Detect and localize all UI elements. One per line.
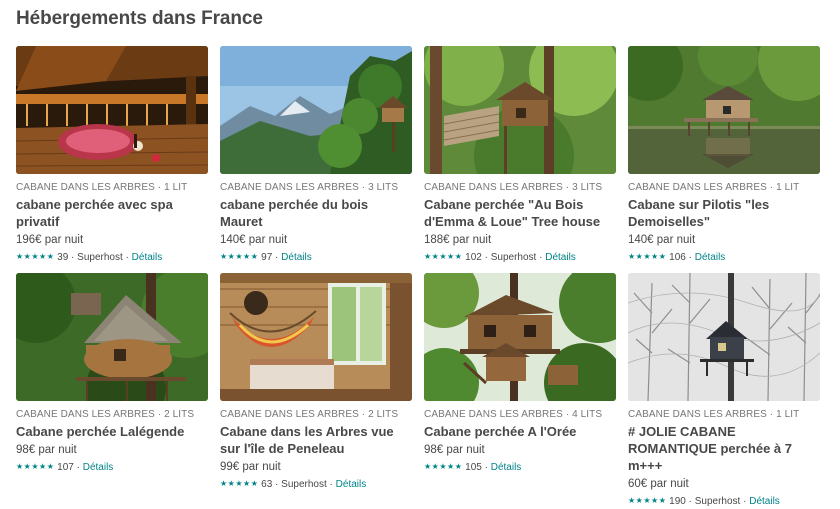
details-link[interactable]: Détails	[281, 252, 312, 263]
rating-stars-icon: ★★★★★	[628, 252, 667, 261]
listing-price: 98€ par nuit	[16, 444, 77, 456]
listing-price: 196€ par nuit	[16, 234, 84, 246]
details-link[interactable]: Détails	[336, 479, 367, 490]
superhost-badge: Superhost	[490, 252, 537, 263]
listing-meta: ★★★★★ 39 · Superhost · Détails	[16, 250, 208, 265]
listing-photo-interior-hammock[interactable]	[220, 273, 412, 401]
rating-stars-icon: ★★★★★	[424, 462, 463, 471]
listing-meta: ★★★★★ 105 · Détails	[424, 460, 616, 475]
separator: ·	[329, 479, 333, 490]
listing-photo-graphic	[628, 273, 820, 401]
listing-title[interactable]: # JOLIE CABANE ROMANTIQUE perchée à 7 m+…	[628, 423, 820, 474]
listing-price: 140€ par nuit	[220, 234, 288, 246]
listing-meta: ★★★★★ 106 · Détails	[628, 250, 820, 265]
listing-meta: ★★★★★ 190 · Superhost · Détails	[628, 494, 820, 509]
listing-photo-graphic	[220, 46, 412, 174]
listing-title[interactable]: Cabane sur Pilotis "les Demoiselles"	[628, 196, 820, 230]
listing-kicker: CABANE DANS LES ARBRES · 2 LITS	[16, 409, 195, 420]
separator: ·	[743, 496, 747, 507]
rating-stars-icon: ★★★★★	[16, 462, 55, 471]
listing-meta: ★★★★★ 63 · Superhost · Détails	[220, 477, 412, 492]
listing-card[interactable]: CABANE DANS LES ARBRES · 2 LITS Cabane p…	[16, 273, 208, 475]
details-link[interactable]: Détails	[83, 462, 114, 473]
separator: ·	[539, 252, 543, 263]
listing-meta: ★★★★★ 102 · Superhost · Détails	[424, 250, 616, 265]
separator: ·	[688, 496, 692, 507]
listing-card[interactable]: CABANE DANS LES ARBRES · 2 LITS Cabane d…	[220, 273, 412, 492]
listing-title[interactable]: Cabane perchée A l'Orée	[424, 423, 616, 440]
listing-title[interactable]: Cabane perchée "Au Bois d'Emma & Loue" T…	[424, 196, 616, 230]
separator: ·	[275, 252, 279, 263]
listing-photo-graphic	[16, 46, 208, 174]
superhost-badge: Superhost	[281, 479, 327, 490]
listing-photo-night-spa-deck[interactable]	[16, 46, 208, 174]
details-link[interactable]: Détails	[132, 252, 163, 263]
rating-stars-icon: ★★★★★	[628, 496, 667, 505]
review-count: 39	[57, 252, 69, 263]
separator: ·	[275, 479, 279, 490]
listing-meta: ★★★★★ 97 · Détails	[220, 250, 412, 265]
listing-price: 140€ par nuit	[628, 234, 696, 246]
listing-title[interactable]: Cabane dans les Arbres vue sur l'île de …	[220, 423, 412, 457]
listings-page: Hébergements dans France CABANE DANS LES…	[0, 0, 840, 509]
listing-photo-graphic	[16, 273, 208, 401]
listing-price: 188€ par nuit	[424, 234, 492, 246]
section-title: Hébergements dans France	[16, 8, 263, 29]
superhost-badge: Superhost	[77, 252, 123, 263]
listing-card[interactable]: CABANE DANS LES ARBRES · 1 LIT Cabane su…	[628, 46, 820, 265]
listing-meta: ★★★★★ 107 · Détails	[16, 460, 208, 475]
review-count: 190	[669, 496, 686, 507]
review-count: 102	[465, 252, 482, 263]
listing-kicker: CABANE DANS LES ARBRES · 3 LITS	[424, 182, 603, 193]
listing-card[interactable]: CABANE DANS LES ARBRES · 3 LITS cabane p…	[220, 46, 412, 265]
review-count: 105	[465, 462, 482, 473]
listing-photo-tall-treehouse[interactable]	[424, 273, 616, 401]
listing-title[interactable]: cabane perchée du bois Mauret	[220, 196, 412, 230]
listing-photo-forest-bridge[interactable]	[424, 46, 616, 174]
separator: ·	[484, 462, 488, 473]
listing-photo-mountain-view[interactable]	[220, 46, 412, 174]
separator: ·	[76, 462, 80, 473]
rating-stars-icon: ★★★★★	[16, 252, 55, 261]
listing-card[interactable]: CABANE DANS LES ARBRES · 1 LIT # JOLIE C…	[628, 273, 820, 509]
listing-photo-graphic	[424, 46, 616, 174]
separator: ·	[688, 252, 692, 263]
details-link[interactable]: Détails	[695, 252, 726, 263]
listing-photo-round-treehouse[interactable]	[16, 273, 208, 401]
review-count: 97	[261, 252, 273, 263]
listing-photo-lake-stilts[interactable]	[628, 46, 820, 174]
listing-kicker: CABANE DANS LES ARBRES · 4 LITS	[424, 409, 603, 420]
listing-card[interactable]: CABANE DANS LES ARBRES · 3 LITS Cabane p…	[424, 46, 616, 265]
listing-photo-snow-forest[interactable]	[628, 273, 820, 401]
listing-card[interactable]: CABANE DANS LES ARBRES · 4 LITS Cabane p…	[424, 273, 616, 475]
superhost-badge: Superhost	[694, 496, 741, 507]
listing-photo-graphic	[220, 273, 412, 401]
separator: ·	[71, 252, 75, 263]
review-count: 106	[669, 252, 686, 263]
listing-card[interactable]: CABANE DANS LES ARBRES · 1 LIT cabane pe…	[16, 46, 208, 265]
listing-title[interactable]: cabane perchée avec spa privatif	[16, 196, 208, 230]
separator: ·	[125, 252, 129, 263]
listing-price: 60€ par nuit	[628, 478, 689, 490]
listing-kicker: CABANE DANS LES ARBRES · 1 LIT	[628, 182, 800, 193]
rating-stars-icon: ★★★★★	[424, 252, 463, 261]
details-link[interactable]: Détails	[491, 462, 522, 473]
rating-stars-icon: ★★★★★	[220, 479, 259, 488]
review-count: 63	[261, 479, 273, 490]
listing-kicker: CABANE DANS LES ARBRES · 1 LIT	[628, 409, 800, 420]
listing-photo-graphic	[424, 273, 616, 401]
separator: ·	[484, 252, 488, 263]
listing-price: 98€ par nuit	[424, 444, 485, 456]
review-count: 107	[57, 462, 74, 473]
rating-stars-icon: ★★★★★	[220, 252, 259, 261]
listing-kicker: CABANE DANS LES ARBRES · 2 LITS	[220, 409, 399, 420]
listing-price: 99€ par nuit	[220, 461, 281, 473]
listing-kicker: CABANE DANS LES ARBRES · 3 LITS	[220, 182, 399, 193]
listing-photo-graphic	[628, 46, 820, 174]
details-link[interactable]: Détails	[545, 252, 576, 263]
details-link[interactable]: Détails	[749, 496, 780, 507]
listing-kicker: CABANE DANS LES ARBRES · 1 LIT	[16, 182, 188, 193]
listing-title[interactable]: Cabane perchée Lalégende	[16, 423, 208, 440]
